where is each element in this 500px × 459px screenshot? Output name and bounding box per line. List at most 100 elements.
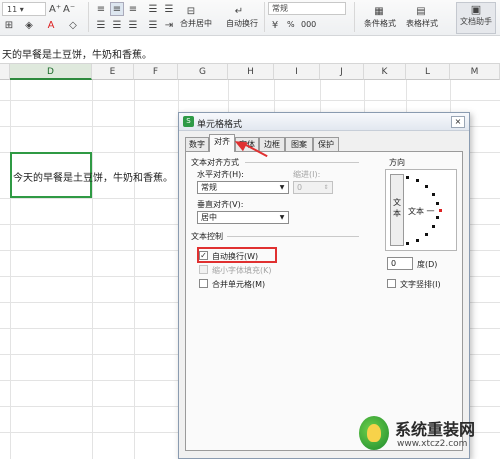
font-shrink-icon[interactable]: A⁻ [62,2,75,16]
merge-center-icon[interactable]: ⊟ [184,4,198,17]
align-left2-icon[interactable]: ☰ [94,18,108,32]
tab-protection[interactable]: 保护 [313,137,339,151]
tab-number[interactable]: 数字 [185,137,209,151]
align-top-icon[interactable]: ≡ [94,2,108,16]
align-right-icon[interactable]: ☰ [162,2,176,16]
vertical-text-checkbox[interactable] [387,279,396,288]
vertical-text-button[interactable]: 文本 [390,174,404,246]
column-header-k[interactable]: K [364,64,406,80]
indent-spinner[interactable]: 0 ⇕ [293,181,333,194]
conditional-format-button[interactable]: 条件格式 [364,18,396,29]
horizontal-align-select[interactable]: 常规 ▼ [197,181,289,194]
grid-line [0,100,500,101]
merge-center-button[interactable]: 合并居中 [180,18,212,29]
watermark-logo-inner [367,424,381,442]
doc-helper-label: 文档助手 [460,17,492,26]
format-cells-dialog: S 单元格格式 × 数字 对齐 字体 边框 图案 保护 文本对齐方式 水平对齐(… [178,112,470,459]
cell-text: 今天的早餐是土豆饼，牛奶和香蕉。 [13,173,173,184]
conditional-format-icon[interactable]: ▦ [372,4,386,17]
dialog-title: 单元格格式 [197,120,243,130]
font-grow-icon[interactable]: A⁺ [48,2,61,16]
grid-line [92,80,93,459]
tab-pattern[interactable]: 图案 [285,137,313,151]
clear-format-icon[interactable]: ◇ [64,18,82,32]
tab-alignment[interactable]: 对齐 [209,134,235,152]
orientation-dot [432,225,435,228]
column-header-partial[interactable] [0,64,10,80]
app-icon: S [183,116,194,127]
vertical-align-select[interactable]: 居中 ▼ [197,211,289,224]
text-alignment-heading: 文本对齐方式 [191,158,239,167]
currency-icon[interactable]: ¥ [268,18,282,32]
ribbon: 11 ▾ A⁺ A⁻ ⊞ ◈ A ◇ ≡ ≡ ≡ ☰ ☰ ☰ ☰ ☰ ☰ ⇥ ⊟… [0,0,500,36]
column-header-d[interactable]: D [10,64,92,80]
horizontal-align-value: 常规 [201,183,217,192]
font-size-select[interactable]: 11 ▾ [2,2,46,16]
watermark-name: 系统重装网 [395,420,476,439]
highlight-box [197,247,277,263]
font-color-icon[interactable]: A [42,18,60,32]
formula-bar[interactable]: 天的早餐是土豆饼，牛奶和香蕉。 [0,40,500,64]
vertical-align-value: 居中 [201,213,217,222]
column-header-l[interactable]: L [406,64,450,80]
auto-wrap-icon[interactable]: ↵ [232,4,246,17]
watermark-url: www.xtcz2.com [397,439,468,449]
orientation-dot [436,202,439,205]
doc-helper-icon: ▣ [470,3,482,16]
text-control-heading: 文本控制 [191,232,223,241]
shrink-to-fit-label: 缩小字体填充(K) [212,266,272,275]
align-left-icon[interactable]: ☰ [146,2,160,16]
column-header-h[interactable]: H [228,64,274,80]
align-bottom-icon[interactable]: ≡ [126,2,140,16]
grid-line [134,80,135,459]
column-header-i[interactable]: I [274,64,320,80]
doc-helper-button[interactable]: ▣ 文档助手 [456,2,496,34]
orientation-heading: 方向 [389,158,405,167]
orientation-box[interactable]: 文本 文本 一 [385,169,457,251]
align-center-icon[interactable]: ☰ [110,18,124,32]
separator [88,2,89,32]
divider [245,162,359,163]
orientation-dot [436,216,439,219]
merge-cells-checkbox[interactable] [199,279,208,288]
indent-icon[interactable]: ⇥ [162,18,176,32]
table-style-icon[interactable]: ▤ [414,4,428,17]
number-format-select[interactable]: 常规 [268,2,346,15]
separator [354,2,355,32]
indent-value: 0 [297,183,303,192]
orientation-dot [406,176,409,179]
indent-label: 缩进(I): [293,170,321,179]
dialog-titlebar[interactable]: S 单元格格式 × [179,113,469,131]
column-header-e[interactable]: E [92,64,134,80]
column-header-m[interactable]: M [450,64,500,80]
orientation-dot [406,242,409,245]
justify-icon[interactable]: ☰ [126,18,140,32]
border-icon[interactable]: ⊞ [2,18,16,32]
grid-line [10,80,11,459]
vertical-align-label: 垂直对齐(V): [197,200,244,209]
close-button[interactable]: × [451,116,465,128]
degree-spinner[interactable]: 0 [387,257,413,270]
column-header-g[interactable]: G [178,64,228,80]
shrink-to-fit-checkbox[interactable] [199,265,208,274]
tab-border[interactable]: 边框 [259,137,285,151]
separator [264,2,265,32]
merge-cells-label: 合并单元格(M) [212,280,266,289]
watermark: 系统重装网 www.xtcz2.com [355,412,497,456]
auto-wrap-button[interactable]: 自动换行 [226,18,258,29]
number-format-value: 常规 [272,4,288,13]
fill-color-icon[interactable]: ◈ [20,18,38,32]
table-style-button[interactable]: 表格样式 [406,18,438,29]
thousands-button[interactable]: 000 [301,20,316,29]
orientation-dot [416,239,419,242]
rotated-text-preview: 文本 一 [408,207,435,216]
align-middle-icon[interactable]: ≡ [110,2,124,16]
spinner-icon: ⇕ [323,184,329,191]
column-header-f[interactable]: F [134,64,178,80]
chevron-down-icon: ▼ [279,214,285,221]
column-header-j[interactable]: J [320,64,364,80]
distribute-icon[interactable]: ☰ [146,18,160,32]
formula-content: 天的早餐是土豆饼，牛奶和香蕉。 [2,50,152,61]
percent-button[interactable]: % [287,20,295,29]
chevron-down-icon: ▼ [279,184,285,191]
